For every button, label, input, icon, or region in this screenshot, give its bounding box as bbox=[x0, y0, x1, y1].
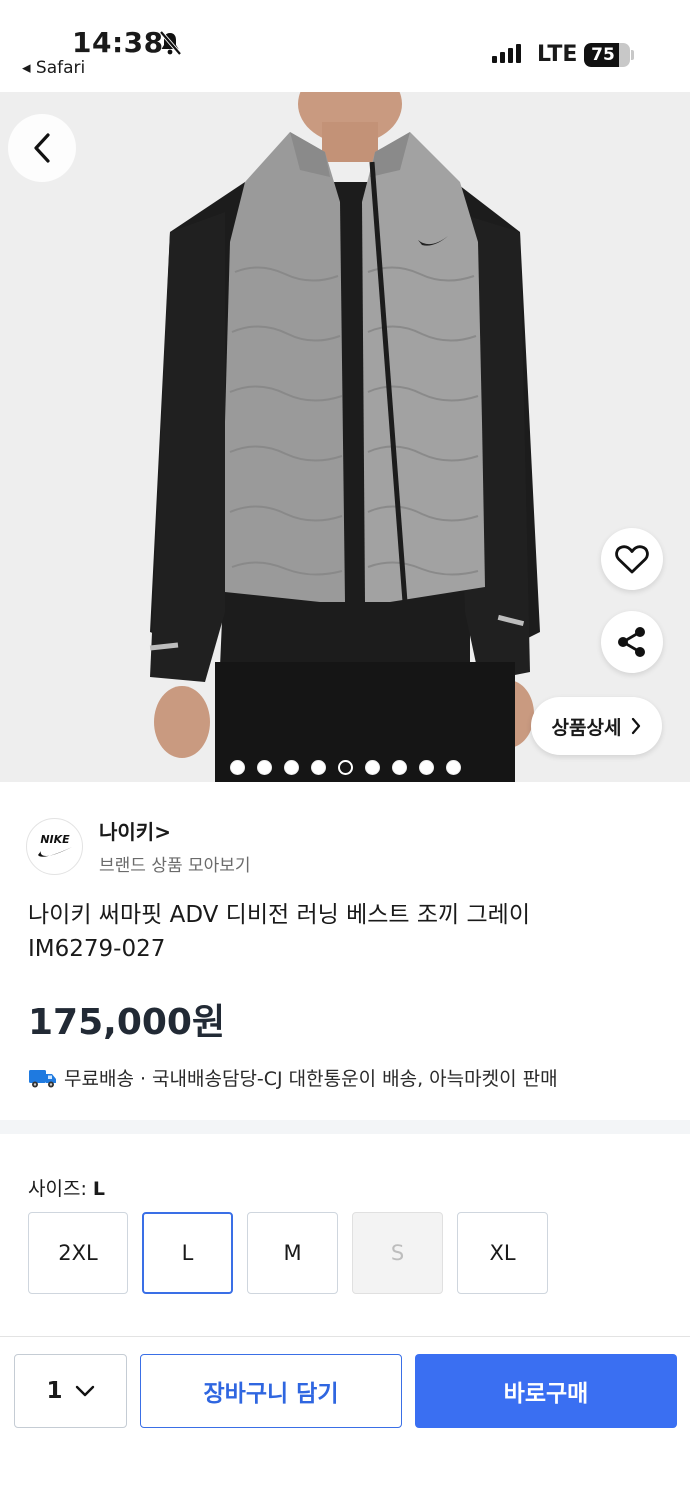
product-detail-label: 상품상세 bbox=[551, 716, 622, 739]
carousel-dot[interactable] bbox=[229, 760, 245, 775]
quantity-select[interactable]: 1 bbox=[14, 1354, 127, 1428]
size-label: 사이즈: L bbox=[28, 1174, 105, 1201]
back-to-app-link[interactable]: ◂ Safari bbox=[22, 58, 85, 78]
share-icon bbox=[618, 627, 645, 657]
size-option-s: S bbox=[352, 1212, 443, 1294]
product-image-carousel[interactable]: 상품상세 bbox=[0, 92, 690, 782]
nike-logo-icon: NIKE bbox=[37, 833, 72, 857]
brand-text: 나이키> 브랜드 상품 모아보기 bbox=[99, 816, 251, 876]
battery-nub bbox=[631, 50, 634, 60]
chevron-down-icon bbox=[75, 1385, 94, 1397]
like-button[interactable] bbox=[601, 528, 663, 590]
status-bar: 14:38 ◂ Safari LTE 75 bbox=[0, 0, 690, 92]
chevron-left-icon bbox=[34, 133, 50, 163]
carousel-dot[interactable] bbox=[445, 760, 461, 775]
brand-logo: NIKE bbox=[26, 817, 83, 875]
battery-percent: 75 bbox=[591, 45, 615, 65]
chevron-right-icon bbox=[632, 717, 641, 735]
quantity-value: 1 bbox=[46, 1378, 63, 1404]
nike-logo-text: NIKE bbox=[40, 833, 70, 846]
add-to-cart-button[interactable]: 장바구니 담기 bbox=[140, 1354, 402, 1428]
size-option-xl[interactable]: XL bbox=[457, 1212, 548, 1294]
size-selected-value: L bbox=[92, 1178, 105, 1200]
carousel-dot[interactable] bbox=[337, 760, 353, 775]
product-title-line1: 나이키 써마핏 ADV 디비전 러닝 베스트 조끼 그레이 bbox=[28, 902, 530, 928]
back-button[interactable] bbox=[8, 114, 76, 182]
carousel-dot[interactable] bbox=[310, 760, 326, 775]
share-button[interactable] bbox=[601, 611, 663, 673]
product-title: 나이키 써마핏 ADV 디비전 러닝 베스트 조끼 그레이 IM6279-027 bbox=[28, 898, 668, 966]
carousel-dot[interactable] bbox=[364, 760, 380, 775]
signal-icon bbox=[492, 44, 521, 63]
shipping-info: 무료배송 · 국내배송담당-CJ 대한통운이 배송, 아늑마켓이 판매 bbox=[28, 1064, 558, 1091]
heart-icon bbox=[615, 545, 649, 574]
carousel-dot[interactable] bbox=[418, 760, 434, 775]
truck-icon bbox=[29, 1069, 56, 1087]
shipping-text: 무료배송 · 국내배송담당-CJ 대한통운이 배송, 아늑마켓이 판매 bbox=[64, 1068, 558, 1090]
size-options: 2XL L M S XL bbox=[28, 1212, 548, 1294]
section-divider bbox=[0, 1120, 690, 1134]
carousel-dot[interactable] bbox=[391, 760, 407, 775]
product-detail-button[interactable]: 상품상세 bbox=[531, 697, 662, 755]
bell-muted-icon bbox=[159, 30, 182, 56]
carousel-indicator bbox=[0, 760, 690, 775]
brand-name[interactable]: 나이키> bbox=[99, 816, 251, 845]
buy-now-button[interactable]: 바로구매 bbox=[415, 1354, 677, 1428]
purchase-bar: 1 장바구니 담기 바로구매 bbox=[0, 1336, 690, 1500]
carousel-dot[interactable] bbox=[256, 760, 272, 775]
product-price: 175,000원 bbox=[28, 1002, 226, 1043]
product-title-line2: IM6279-027 bbox=[28, 936, 166, 962]
brand-link[interactable]: NIKE 나이키> 브랜드 상품 모아보기 bbox=[26, 816, 251, 876]
product-photo bbox=[0, 92, 690, 782]
clock: 14:38 bbox=[72, 26, 164, 59]
brand-subtitle[interactable]: 브랜드 상품 모아보기 bbox=[99, 851, 251, 876]
size-option-l[interactable]: L bbox=[142, 1212, 233, 1294]
size-label-text: 사이즈: bbox=[28, 1178, 87, 1200]
network-label: LTE bbox=[537, 42, 578, 67]
size-option-m[interactable]: M bbox=[247, 1212, 338, 1294]
battery-icon: 75 bbox=[584, 43, 630, 67]
size-option-2xl[interactable]: 2XL bbox=[28, 1212, 128, 1294]
carousel-dot[interactable] bbox=[283, 760, 299, 775]
